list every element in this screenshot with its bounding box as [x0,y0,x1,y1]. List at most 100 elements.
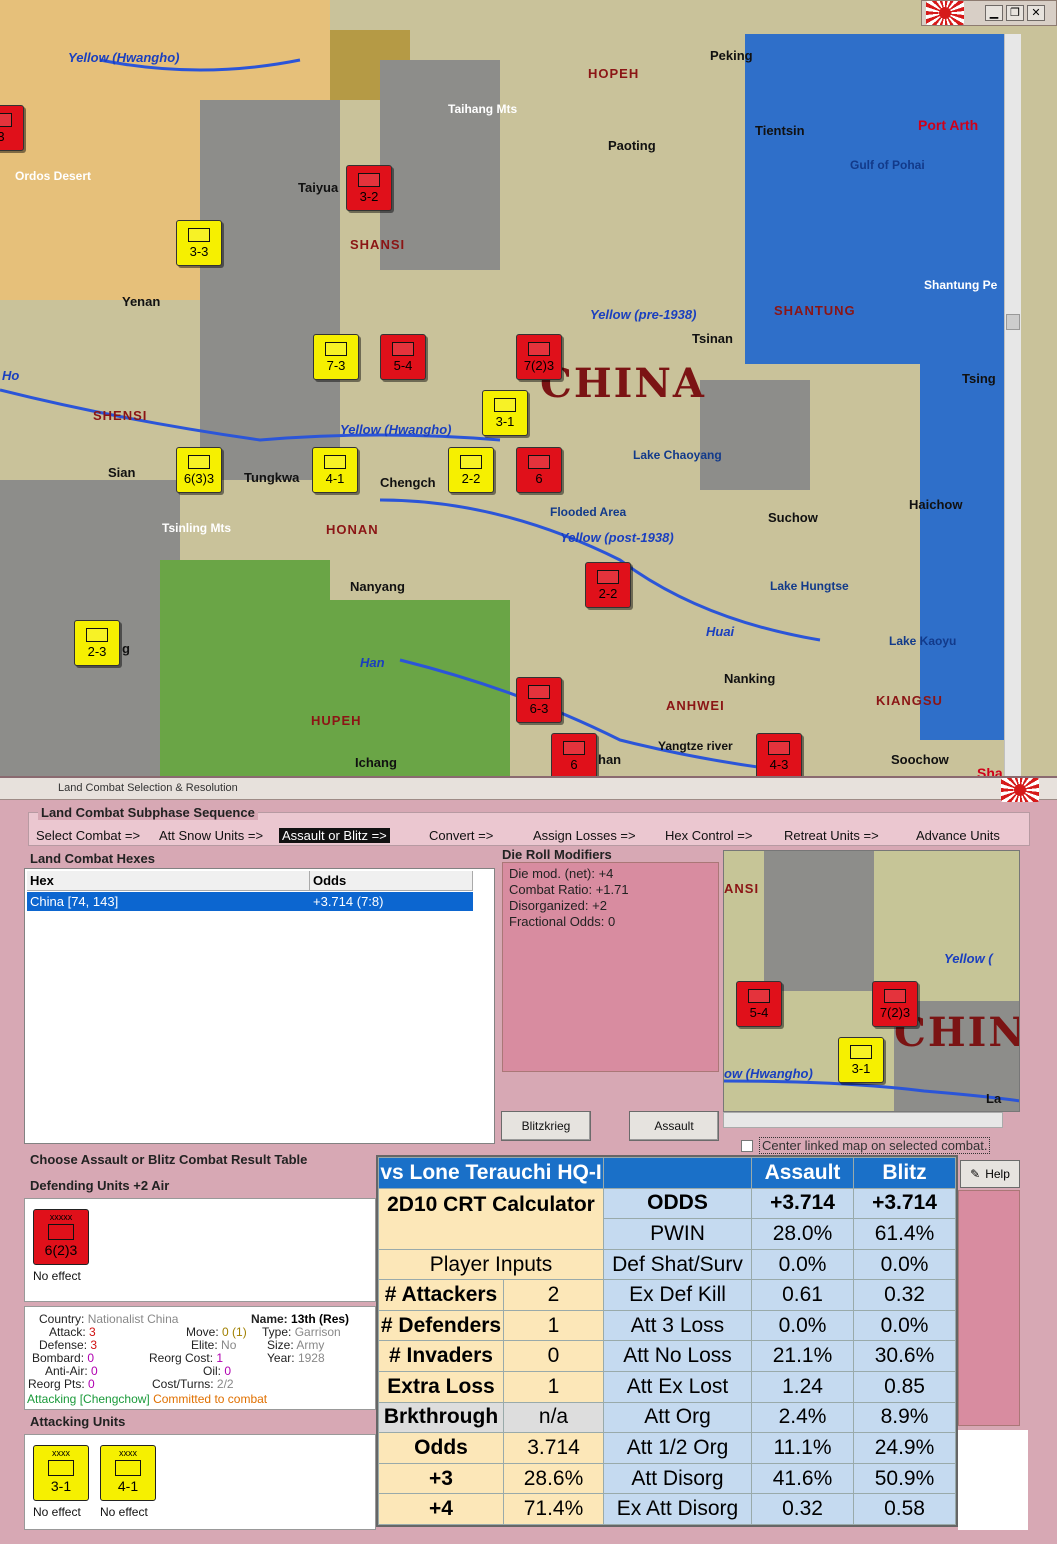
map-unit[interactable]: 7(2)3 [516,334,562,380]
map-unit[interactable]: 6 [516,447,562,493]
crt-assault-val: 0.61 [751,1279,854,1311]
col-odds[interactable]: Odds [310,871,473,890]
seq-att-snow[interactable]: Att Snow Units => [159,828,263,843]
right-bottom-panel [958,1430,1028,1530]
close-button[interactable]: ✕ [1027,5,1045,21]
linked-minimap[interactable]: ANSI Yellow ( ow (Hwangho) CHIN La 5-4 7… [723,850,1020,1112]
label-country-china: CHINA [540,360,706,407]
help-button[interactable]: ✎ Help [960,1160,1020,1188]
seq-assign-losses[interactable]: Assign Losses => [533,828,636,843]
attacking-unit[interactable]: xxxx 3-1 [33,1445,89,1501]
label-hankow: han [598,752,622,767]
label-soochow: Soochow [891,752,949,767]
info-country: Nationalist China [87,1312,179,1326]
minimap-horizontal-scrollbar[interactable] [723,1112,1003,1128]
label-yellow-mid: Yellow (Hwangho) [340,422,452,437]
crt-input-label: +3 [378,1462,504,1495]
restore-button[interactable]: ❐ [1006,5,1024,21]
map-unit[interactable]: 7-3 [313,334,359,380]
scroll-thumb[interactable] [1006,314,1020,330]
crt-spacer [603,1157,752,1189]
crt-calc-label: 2D10 CRT Calculator [378,1187,604,1250]
label-tsinan: Tsinan [692,331,733,346]
label-yenan: Yenan [122,294,161,309]
label-peking: Peking [710,48,753,63]
crt-input-value[interactable]: 2 [503,1279,604,1311]
crt-blitz-val: 0.0% [853,1248,956,1281]
crt-assault-val: +3.714 [751,1187,854,1220]
help-icon: ✎ [970,1167,981,1181]
label-gulf-pohai: Gulf of Pohai [850,158,925,172]
label-haichow: Haichow [909,497,963,512]
map-unit[interactable]: 3 [0,105,24,151]
unit-info-panel: Country: Nationalist China Attack: 3 Def… [24,1306,376,1410]
unit-effect: No effect [33,1505,81,1519]
pane-title: Land Combat Selection & Resolution [0,778,1057,800]
seq-assault-blitz[interactable]: Assault or Blitz => [279,828,390,843]
minimize-button[interactable]: ▁ [985,5,1003,21]
map-unit[interactable]: 3-2 [346,165,392,211]
defending-unit[interactable]: xxxxx 6(2)3 [33,1209,89,1265]
die-line: Disorganized: +2 [509,898,607,913]
table-row[interactable]: China [74, 143] +3.714 (7:8) [27,892,473,911]
map-unit[interactable]: 2-2 [585,562,631,608]
odds-cell: +3.714 (7:8) [313,894,384,909]
center-linked-label: Center linked map on selected combat. [759,1137,991,1154]
crt-blitz-val: 61.4% [853,1218,956,1250]
crt-input-value[interactable]: 1 [503,1371,604,1403]
seq-select-combat[interactable]: Select Combat => [36,828,140,843]
seq-advance[interactable]: Advance Units [916,828,1000,843]
minimap-label-yellow: Yellow ( [944,951,993,966]
checkbox-icon[interactable] [741,1139,753,1152]
unit-strength: 6(2)3 [44,1242,78,1258]
info-key: Elite: [191,1338,218,1352]
crt-assault-val: 21.1% [751,1340,854,1373]
map-unit[interactable]: 3-1 [482,390,528,436]
assault-button[interactable]: Assault [629,1111,719,1141]
minimap-unit[interactable]: 3-1 [838,1037,884,1083]
map-unit[interactable]: 2-3 [74,620,120,666]
info-key: Reorg Pts: [28,1377,85,1391]
label-g: g [122,641,130,656]
crt-input-value[interactable]: 0 [503,1340,604,1373]
crt-assault-val: 2.4% [751,1401,854,1434]
map-unit[interactable]: 6(3)3 [176,447,222,493]
combat-hexes-list[interactable]: Hex Odds China [74, 143] +3.714 (7:8) [24,868,495,1144]
info-key: Defense: [39,1338,88,1352]
info-elite: No [221,1338,237,1352]
map-vertical-scrollbar[interactable] [1004,34,1021,776]
info-committed: Committed to combat [153,1392,268,1406]
info-cost: 2/2 [216,1377,234,1391]
game-map[interactable]: Yellow (Hwangho) Peking HOPEH Taihang Mt… [0,0,1057,778]
map-unit[interactable]: 6 [551,733,597,776]
seq-hex-control[interactable]: Hex Control => [665,828,752,843]
attacking-unit[interactable]: xxxx 4-1 [100,1445,156,1501]
minimap-unit[interactable]: 7(2)3 [872,981,918,1027]
center-linked-checkbox[interactable]: Center linked map on selected combat. [741,1137,991,1154]
unit-size: xxxx [52,1448,70,1458]
crt-input-label: # Attackers [378,1279,504,1311]
right-panel [958,1190,1020,1426]
info-antiair: 0 [91,1364,98,1378]
defending-title: Defending Units +2 Air [30,1178,170,1193]
map-unit[interactable]: 2-2 [448,447,494,493]
blitzkrieg-button[interactable]: Blitzkrieg [501,1111,591,1141]
minimap-unit[interactable]: 5-4 [736,981,782,1027]
crt-input-value[interactable]: 1 [503,1309,604,1342]
map-unit[interactable]: 3-3 [176,220,222,266]
crt-calculator: vs Lone Terauchi HQ-I Assault Blitz 2D10… [376,1155,958,1527]
seq-retreat[interactable]: Retreat Units => [784,828,879,843]
die-line: Fractional Odds: 0 [509,914,616,929]
label-flooded: Flooded Area [550,505,627,519]
crt-blitz-val: 8.9% [853,1401,956,1434]
map-unit[interactable]: 5-4 [380,334,426,380]
label-ordos: Ordos Desert [15,169,92,183]
info-key: Anti-Air: [45,1364,88,1378]
map-unit[interactable]: 4-1 [312,447,358,493]
map-unit[interactable]: 4-3 [756,733,802,776]
info-key: Reorg Cost: [149,1351,214,1365]
col-hex[interactable]: Hex [27,871,310,890]
label-shantung-peninsula: Shantung Pe [924,278,998,292]
seq-convert[interactable]: Convert => [429,828,493,843]
map-unit[interactable]: 6-3 [516,677,562,723]
